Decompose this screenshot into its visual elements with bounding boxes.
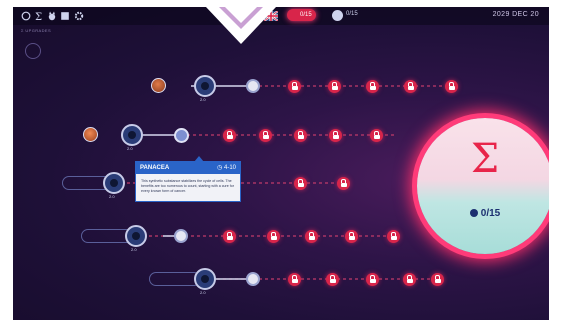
- tooltip-pointer: [194, 156, 204, 162]
- cat-icon[interactable]: [47, 11, 57, 21]
- upgrade-node-locked[interactable]: [366, 273, 379, 286]
- upgrade-node-locked[interactable]: [259, 129, 272, 142]
- upgrade-node-locked[interactable]: [370, 129, 383, 142]
- upgrade-node-locked[interactable]: [326, 273, 339, 286]
- tooltip-description: This synthetic substance stabilizes the …: [141, 179, 234, 194]
- upgrade-node-owned[interactable]: 2.0: [194, 75, 216, 102]
- sigma-icon[interactable]: Σ: [34, 11, 44, 21]
- upgrade-node-locked[interactable]: [431, 273, 444, 286]
- game-screen: Σ 0/15 0/15 2029 DEC 20 Σ UPGRADES 2.0 2…: [13, 7, 549, 320]
- screen-subtitle: Σ UPGRADES: [21, 28, 52, 33]
- block-icon[interactable]: [60, 11, 70, 21]
- tooltip-range-value: 4-10: [223, 165, 236, 171]
- owned-counter-icon: [332, 10, 343, 21]
- upgrade-node-locked[interactable]: [288, 80, 301, 93]
- globe-icon[interactable]: [21, 11, 31, 21]
- clock-icon: ◷: [217, 165, 224, 171]
- back-button[interactable]: [25, 43, 41, 59]
- upgrade-node-locked[interactable]: [305, 230, 318, 243]
- upgrade-node-locked[interactable]: [329, 129, 342, 142]
- upgrade-node-locked[interactable]: [294, 129, 307, 142]
- upgrade-node-owned[interactable]: 2.0: [121, 124, 143, 151]
- screenshot-frame: Σ 0/15 0/15 2029 DEC 20 Σ UPGRADES 2.0 2…: [0, 0, 562, 327]
- upgrade-node-locked[interactable]: [267, 230, 280, 243]
- upgrade-node-locked[interactable]: [403, 273, 416, 286]
- upgrade-node-owned[interactable]: 2.0: [125, 225, 147, 252]
- advisor-avatar: [83, 127, 98, 142]
- advisor-avatar: [151, 78, 166, 93]
- tooltip-range: ◷ 4-10: [217, 162, 236, 174]
- top-bar: Σ 0/15 0/15 2029 DEC 20: [13, 7, 549, 25]
- owned-counter-value: 0/15: [346, 11, 358, 17]
- upgrade-node-locked[interactable]: [223, 230, 236, 243]
- upgrade-node-locked[interactable]: [328, 80, 341, 93]
- svg-text:Σ: Σ: [35, 12, 42, 21]
- sigma-progress-value: 0/15: [480, 208, 501, 219]
- game-date: 2029 DEC 20: [492, 11, 539, 18]
- upgrade-node-locked[interactable]: [387, 230, 400, 243]
- tooltip-header: PANACEA ◷ 4-10: [136, 162, 240, 174]
- upgrade-node-locked[interactable]: [223, 129, 236, 142]
- top-chevron-marker: [206, 7, 276, 44]
- upgrade-node-available[interactable]: [174, 229, 188, 243]
- upgrade-node-locked[interactable]: [294, 177, 307, 190]
- sigma-progress-disc[interactable]: Σ 0/15: [417, 118, 549, 254]
- upgrade-node-locked[interactable]: [366, 80, 379, 93]
- upgrade-node-locked[interactable]: [445, 80, 458, 93]
- upgrade-node-owned[interactable]: 2.0: [103, 172, 125, 199]
- upgrade-node-locked[interactable]: [337, 177, 350, 190]
- tooltip-title: PANACEA: [140, 165, 170, 171]
- upgrade-node-locked[interactable]: [345, 230, 358, 243]
- upgrade-node-locked[interactable]: [288, 273, 301, 286]
- upgrade-node-available[interactable]: [246, 79, 260, 93]
- locked-counter: 0/15: [287, 9, 316, 21]
- upgrade-tooltip: PANACEA ◷ 4-10 This synthetic substance …: [135, 156, 241, 202]
- upgrade-node-owned[interactable]: 2.0: [194, 268, 216, 295]
- sigma-progress: 0/15: [417, 208, 549, 219]
- upgrade-node-locked[interactable]: [404, 80, 417, 93]
- gear-icon[interactable]: [74, 11, 84, 21]
- upgrade-node-selected[interactable]: [174, 128, 189, 143]
- locked-counter-value: 0/15: [300, 12, 312, 18]
- sigma-symbol: Σ: [470, 136, 500, 182]
- upgrade-node-available[interactable]: [246, 272, 260, 286]
- owned-icon: [469, 209, 478, 217]
